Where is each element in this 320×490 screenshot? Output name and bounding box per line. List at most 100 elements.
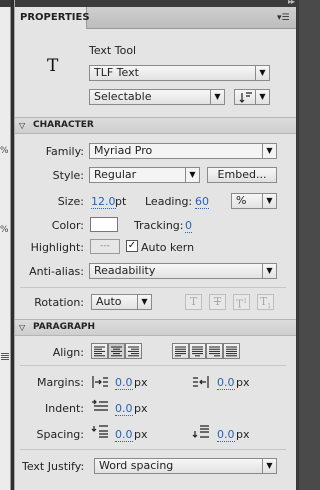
character-section-header[interactable]: ▽ CHARACTER: [15, 117, 297, 134]
leading-unit-value: %: [236, 194, 247, 207]
strikethrough-button[interactable]: T: [209, 294, 226, 310]
chevron-down-icon: ▼: [210, 90, 224, 104]
character-title: CHARACTER: [33, 120, 94, 130]
paragraph-section-header[interactable]: ▽ PARAGRAPH: [15, 319, 297, 336]
space-after-value[interactable]: 0.0: [217, 429, 235, 442]
text-justify-label: Text Justify:: [22, 460, 85, 473]
tool-name: Text Tool: [89, 44, 137, 57]
leading-unit-dropdown[interactable]: % ▼: [231, 193, 277, 209]
space-after-unit: px: [236, 428, 250, 441]
color-label: Color:: [51, 219, 84, 232]
divider: [20, 365, 286, 366]
font-family-dropdown[interactable]: Myriad Pro ▼: [89, 143, 277, 159]
font-style-dropdown[interactable]: Regular ▼: [89, 167, 200, 183]
tab-properties[interactable]: PROPERTIES: [15, 7, 90, 29]
properties-panel: ▸▸ PROPERTIES ▾☰ T Text Tool TLF Text ▼ …: [14, 0, 297, 490]
dock-top-bar: [0, 0, 11, 7]
right-dock-edge: [296, 0, 299, 490]
selectability-value: Selectable: [94, 90, 152, 103]
leading-label: Leading:: [145, 195, 193, 208]
justify-all-button[interactable]: [223, 343, 240, 359]
text-tool-icon: T: [47, 56, 59, 76]
color-swatch[interactable]: [90, 217, 118, 232]
align-center-button[interactable]: [108, 343, 125, 359]
margin-left-value[interactable]: 0.0: [115, 377, 133, 390]
justify-center-icon: [192, 346, 203, 357]
selectability-dropdown[interactable]: Selectable ▼: [89, 89, 225, 105]
text-orientation-icon: [239, 92, 252, 103]
highlight-label: Highlight:: [30, 241, 84, 254]
space-after-icon: [192, 425, 209, 438]
align-right-icon: [128, 346, 139, 357]
superscript-button[interactable]: T1: [233, 294, 250, 311]
justify-right-button[interactable]: [206, 343, 223, 359]
space-before-icon: [91, 425, 108, 438]
leading-value[interactable]: 60: [195, 196, 209, 209]
indent-value[interactable]: 0.0: [115, 403, 133, 416]
tracking-value[interactable]: 0: [185, 220, 192, 233]
right-margin-icon: [193, 376, 209, 388]
collapse-triangle-icon: ▽: [19, 323, 26, 332]
margin-right-value[interactable]: 0.0: [217, 377, 235, 390]
antialias-value: Readability: [94, 264, 156, 277]
text-justify-dropdown[interactable]: Word spacing ▼: [94, 458, 277, 474]
align-right-button[interactable]: [125, 343, 142, 359]
align-center-icon: [111, 346, 122, 357]
spacing-label: Spacing:: [36, 428, 84, 441]
text-type-dropdown[interactable]: TLF Text ▼: [89, 65, 270, 81]
chevron-down-icon: ▼: [255, 66, 269, 80]
underline-button[interactable]: T: [185, 294, 202, 310]
chevron-down-icon: ▼: [262, 144, 276, 158]
paragraph-title: PARAGRAPH: [33, 322, 96, 332]
margins-label: Margins:: [36, 376, 84, 389]
dock-grip-icon[interactable]: [1, 353, 9, 361]
margin-left-unit: px: [134, 376, 148, 389]
collapse-arrows-icon[interactable]: ▸▸: [288, 0, 295, 6]
collapse-triangle-icon: ▽: [19, 121, 26, 130]
chevron-down-icon: ▼: [262, 194, 276, 208]
justify-center-button[interactable]: [189, 343, 206, 359]
dock-percent-2: %: [0, 225, 9, 235]
orientation-dropdown[interactable]: ▼: [234, 89, 270, 105]
chevron-down-icon: ▼: [185, 168, 199, 182]
chevron-down-icon: ▼: [137, 295, 151, 309]
indent-unit: px: [134, 402, 148, 415]
tracking-label: Tracking:: [134, 219, 184, 232]
justify-left-icon: [175, 346, 186, 357]
embed-button[interactable]: Embed...: [207, 167, 277, 183]
left-margin-icon: [92, 376, 108, 388]
align-left-icon: [94, 346, 105, 357]
subscript-button[interactable]: T1: [257, 294, 274, 310]
font-family-value: Myriad Pro: [94, 144, 153, 157]
size-label: Size:: [57, 195, 84, 208]
rotation-dropdown[interactable]: Auto ▼: [91, 294, 152, 310]
antialias-dropdown[interactable]: Readability ▼: [89, 263, 277, 279]
style-label: Style:: [52, 169, 84, 182]
indent-label: Indent:: [45, 402, 84, 415]
size-unit: pt: [115, 195, 127, 208]
rotation-value: Auto: [96, 295, 122, 308]
chevron-down-icon: ▼: [255, 90, 269, 104]
divider: [20, 287, 286, 288]
autokern-checkbox[interactable]: ✓: [126, 240, 138, 252]
first-line-indent-icon: [92, 399, 108, 411]
font-style-value: Regular: [94, 168, 137, 181]
justify-right-icon: [209, 346, 220, 357]
chevron-down-icon: ▼: [262, 459, 276, 473]
chevron-down-icon: ▼: [262, 264, 276, 278]
size-value[interactable]: 12.0: [91, 196, 116, 209]
panel-menu-icon[interactable]: ▾☰: [277, 13, 291, 23]
highlight-swatch[interactable]: ---: [90, 239, 120, 254]
left-dock: % %: [0, 0, 11, 490]
autokern-label: Auto kern: [141, 241, 195, 254]
dock-percent-1: %: [0, 146, 9, 156]
space-before-value[interactable]: 0.0: [115, 429, 133, 442]
family-label: Family:: [45, 145, 84, 158]
divider: [20, 449, 286, 450]
justify-all-icon: [226, 346, 237, 357]
rotation-label: Rotation:: [34, 296, 84, 309]
space-before-unit: px: [134, 428, 148, 441]
align-left-button[interactable]: [91, 343, 108, 359]
justify-left-button[interactable]: [172, 343, 189, 359]
text-justify-value: Word spacing: [99, 459, 174, 472]
